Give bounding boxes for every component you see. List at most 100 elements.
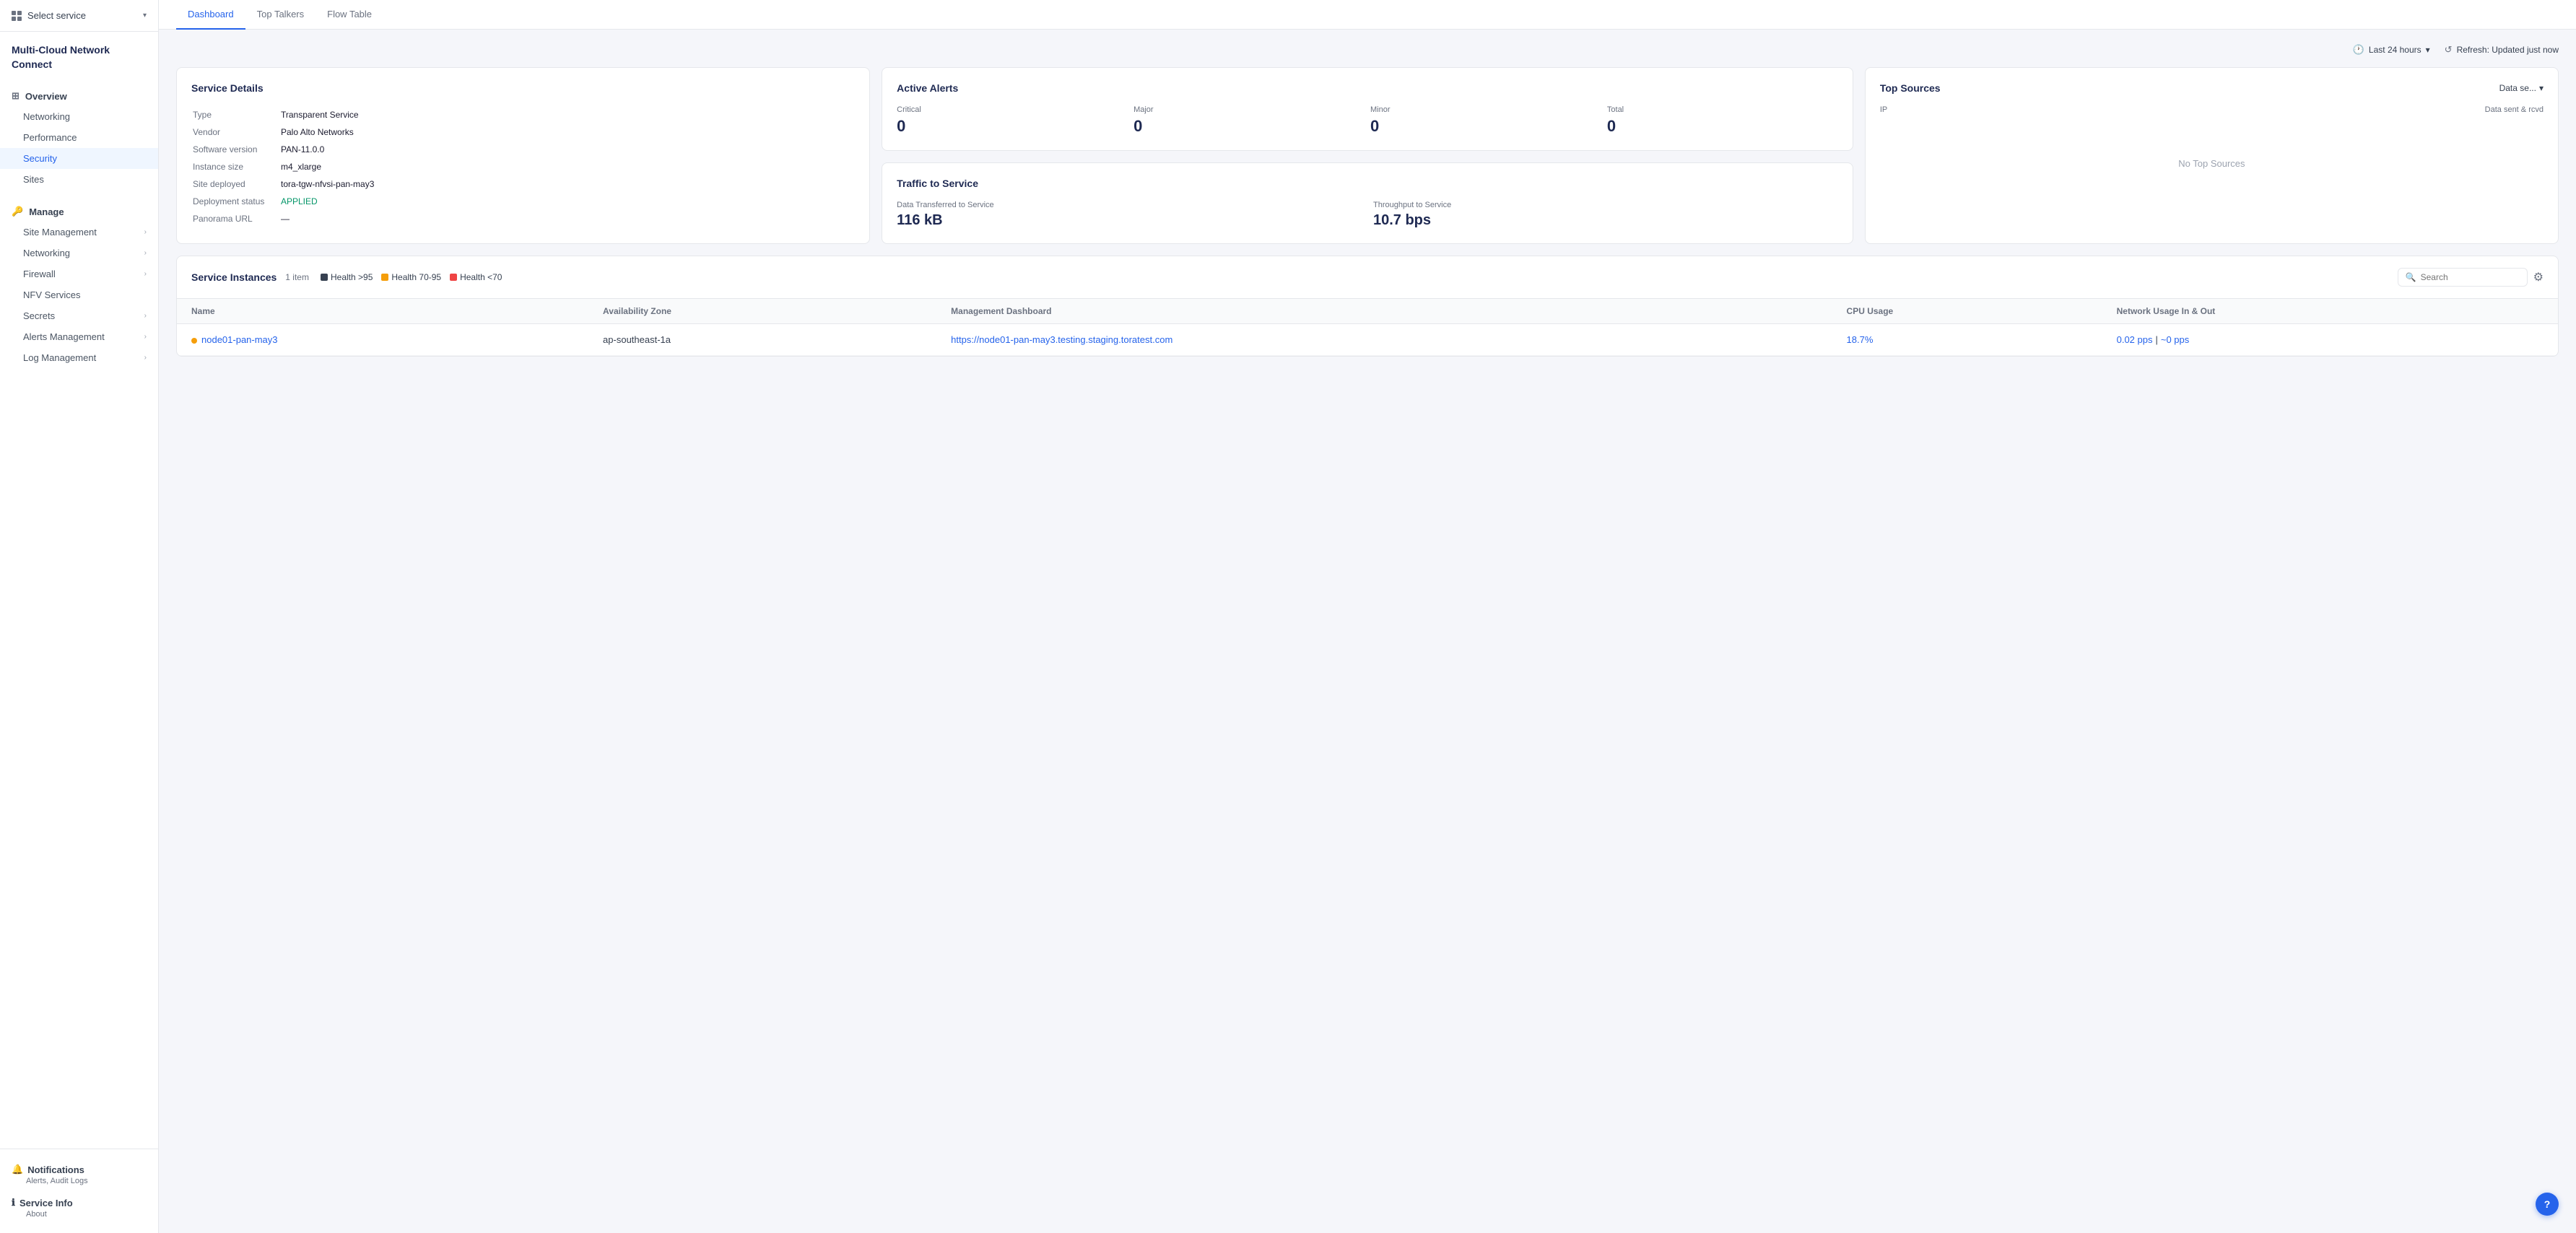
alert-major: Major 0 [1133, 105, 1365, 136]
sidebar-item-nfv-services[interactable]: NFV Services [0, 284, 158, 305]
traffic-throughput: Throughput to Service 10.7 bps [1373, 201, 1838, 229]
chevron-right-icon: › [144, 333, 147, 341]
traffic-data-label: Data Transferred to Service [897, 201, 1362, 209]
top-sources-title: Top Sources [1880, 82, 1941, 94]
alert-minor-label: Minor [1370, 105, 1391, 114]
instances-count: 1 item [285, 272, 309, 282]
sidebar-item-manage-networking[interactable]: Networking › [0, 243, 158, 263]
chevron-right-icon: › [144, 312, 147, 320]
table-row: Deployment status APPLIED [193, 193, 853, 209]
alert-total-label: Total [1607, 105, 1624, 114]
nav-section-manage: 🔑 Manage Site Management › Networking › … [0, 196, 158, 374]
sidebar-item-service-info[interactable]: ℹ Service Info About [0, 1191, 158, 1224]
health-label-lt70: Health <70 [460, 272, 502, 282]
tabs-bar: Dashboard Top Talkers Flow Table [159, 0, 2576, 30]
service-details-card: Service Details Type Transparent Service… [176, 67, 870, 244]
instance-name: node01-pan-may3 [201, 334, 278, 345]
alert-major-value: 0 [1133, 117, 1142, 136]
top-sources-col-data: Data sent & rcvd [2485, 105, 2544, 114]
network-separator: | [2155, 334, 2157, 345]
no-top-sources-message: No Top Sources [1880, 120, 2544, 206]
tab-top-talkers[interactable]: Top Talkers [245, 0, 316, 30]
nav-bottom: 🔔 Notifications Alerts, Audit Logs ℹ Ser… [0, 1149, 158, 1233]
sidebar-item-firewall[interactable]: Firewall › [0, 263, 158, 284]
alerts-grid: Critical 0 Major 0 Minor 0 Total [897, 105, 1838, 136]
tab-dashboard[interactable]: Dashboard [176, 0, 245, 30]
tab-flow-table[interactable]: Flow Table [316, 0, 383, 30]
top-sources-select-chevron: ▾ [2539, 83, 2544, 93]
cell-cpu: 18.7% [1832, 324, 2102, 356]
row-value: m4_xlarge [281, 159, 853, 175]
settings-icon[interactable]: ⚙ [2533, 270, 2544, 284]
sidebar-item-site-management[interactable]: Site Management › [0, 222, 158, 243]
row-value: PAN-11.0.0 [281, 141, 853, 157]
sidebar-item-secrets[interactable]: Secrets › [0, 305, 158, 326]
chevron-right-icon: › [144, 249, 147, 257]
sidebar-item-networking[interactable]: Networking [0, 106, 158, 127]
time-range-label: Last 24 hours [2369, 45, 2421, 55]
help-button[interactable]: ? [2536, 1193, 2559, 1216]
top-sources-select-label: Data se... [2499, 83, 2536, 93]
mgmt-dashboard-link[interactable]: https://node01-pan-may3.testing.staging.… [951, 334, 1172, 345]
table-row: node01-pan-may3 ap-southeast-1a https://… [177, 324, 2558, 356]
row-value: APPLIED [281, 193, 853, 209]
table-header-row: Name Availability Zone Management Dashbo… [177, 299, 2558, 324]
refresh-label: Refresh: Updated just now [2457, 45, 2559, 55]
health-label-70-95: Health 70-95 [391, 272, 441, 282]
sidebar-item-alerts-management[interactable]: Alerts Management › [0, 326, 158, 347]
traffic-title: Traffic to Service [897, 178, 1838, 189]
sidebar-item-log-management[interactable]: Log Management › [0, 347, 158, 368]
content-topbar: 🕐 Last 24 hours ▾ ↺ Refresh: Updated jus… [176, 44, 2559, 56]
top-sources-select[interactable]: Data se... ▾ [2499, 83, 2544, 93]
row-label: Deployment status [193, 193, 279, 209]
sidebar-item-sites[interactable]: Sites [0, 169, 158, 190]
status-dot-yellow [191, 338, 197, 344]
service-select[interactable]: Select service ▾ [0, 0, 158, 32]
traffic-card: Traffic to Service Data Transferred to S… [882, 162, 1853, 244]
table-row: Vendor Palo Alto Networks [193, 124, 853, 140]
service-details-title: Service Details [191, 82, 855, 94]
bell-icon: 🔔 [12, 1164, 23, 1175]
alert-critical-value: 0 [897, 117, 905, 136]
instances-table: Name Availability Zone Management Dashbo… [177, 299, 2558, 356]
traffic-throughput-value: 10.7 bps [1373, 212, 1838, 229]
notifications-label: 🔔 Notifications [12, 1164, 147, 1175]
table-row: Site deployed tora-tgw-nfvsi-pan-may3 [193, 176, 853, 192]
app-title: Multi-Cloud Network Connect [0, 32, 158, 80]
network-out-link[interactable]: ~0 pps [2161, 334, 2189, 345]
row-value: — [281, 211, 853, 227]
table-row: Instance size m4_xlarge [193, 159, 853, 175]
instances-actions: 🔍 ⚙ [2398, 268, 2544, 287]
cpu-link[interactable]: 18.7% [1847, 334, 1874, 345]
sidebar-item-notifications[interactable]: 🔔 Notifications Alerts, Audit Logs [0, 1158, 158, 1191]
traffic-data-value: 116 kB [897, 212, 1362, 229]
health-item-lt70: Health <70 [450, 272, 502, 282]
row-label: Software version [193, 141, 279, 157]
top-sources-col-ip: IP [1880, 105, 1887, 114]
search-input[interactable] [2421, 272, 2520, 282]
col-header-az: Availability Zone [588, 299, 936, 324]
sidebar: Select service ▾ Multi-Cloud Network Con… [0, 0, 159, 1233]
nav-section-overview-header: ⊞ Overview [0, 86, 158, 106]
refresh-button[interactable]: ↺ Refresh: Updated just now [2445, 44, 2559, 56]
manage-label: Manage [29, 206, 64, 217]
chevron-down-icon: ▾ [143, 12, 147, 19]
sidebar-item-security[interactable]: Security [0, 148, 158, 169]
network-in-link[interactable]: 0.02 pps [2117, 334, 2153, 345]
table-row: Panorama URL — [193, 211, 853, 227]
active-alerts-card: Active Alerts Critical 0 Major 0 Minor 0 [882, 67, 1853, 151]
alert-minor-value: 0 [1370, 117, 1379, 136]
sidebar-item-performance[interactable]: Performance [0, 127, 158, 148]
time-range-selector[interactable]: 🕐 Last 24 hours ▾ [2353, 44, 2430, 56]
service-select-label: Select service [27, 10, 86, 21]
row-label: Site deployed [193, 176, 279, 192]
instance-name-link[interactable]: node01-pan-may3 [191, 334, 574, 345]
time-range-chevron: ▾ [2426, 45, 2430, 55]
deployment-status-badge: APPLIED [281, 196, 318, 206]
search-box[interactable]: 🔍 [2398, 268, 2528, 287]
alert-total: Total 0 [1607, 105, 1838, 136]
chevron-right-icon: › [144, 228, 147, 236]
traffic-data-transferred: Data Transferred to Service 116 kB [897, 201, 1362, 229]
row-label: Panorama URL [193, 211, 279, 227]
health-legend: Health >95 Health 70-95 Health <70 [321, 272, 502, 282]
